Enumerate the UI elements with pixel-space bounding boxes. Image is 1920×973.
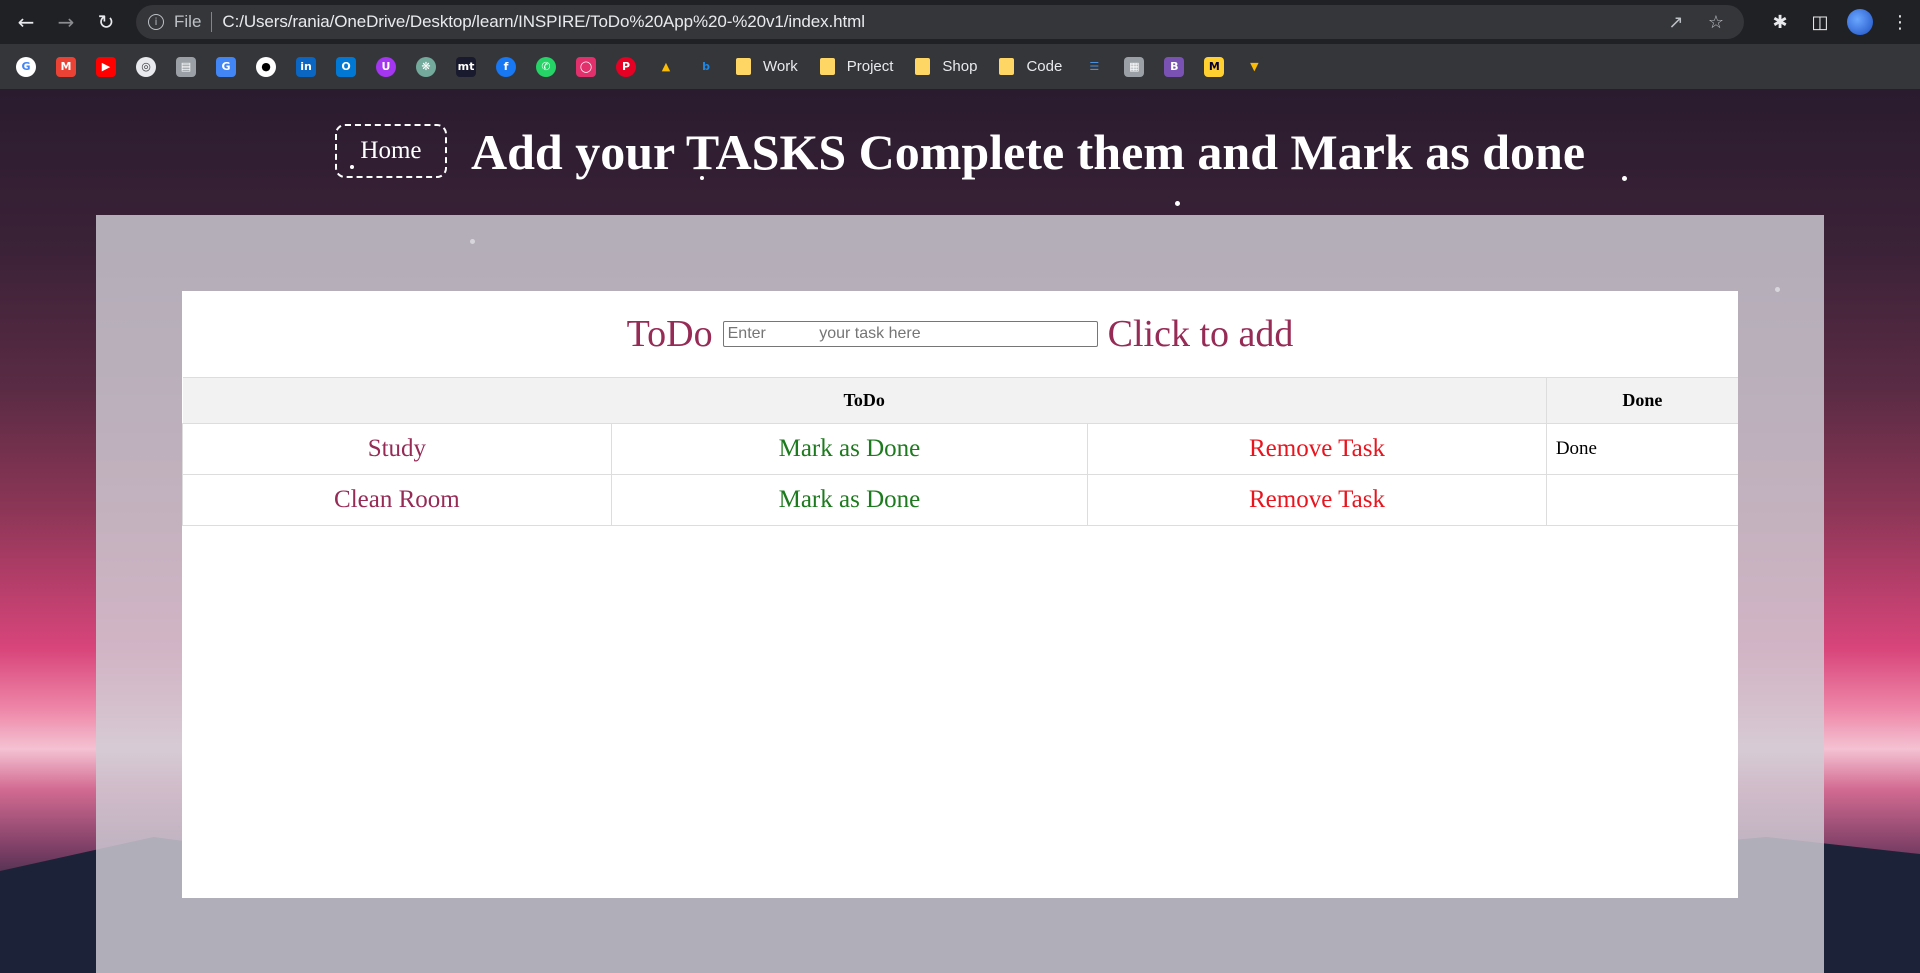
task-name: Study	[182, 423, 612, 475]
back-icon[interactable]: ←	[6, 0, 46, 44]
home-button[interactable]: Home	[334, 124, 447, 178]
table-row: Study Mark as Done Remove Task Done	[182, 423, 1738, 475]
bookmark-folder-label: Project	[846, 58, 894, 75]
url-text[interactable]: C:/Users/rania/OneDrive/Desktop/learn/IN…	[222, 12, 865, 32]
page-title: Add your TASKS Complete them and Mark as…	[470, 124, 1586, 180]
column-header-todo: ToDo	[182, 377, 1547, 424]
done-status	[1545, 474, 1738, 526]
docs-icon[interactable]: ▤	[176, 56, 196, 77]
bookmark-folder-project[interactable]: Project	[819, 58, 894, 75]
task-table: ToDo Done Study Mark as Done Remove Task…	[182, 377, 1738, 526]
miro-icon[interactable]: M	[1204, 56, 1225, 77]
mark-as-done-button[interactable]: Mark as Done	[610, 423, 1089, 475]
pinterest-icon[interactable]: P	[616, 56, 636, 77]
browser-toolbar: ← → ↻ i File C:/Users/rania/OneDrive/Des…	[0, 0, 1920, 44]
instagram-icon[interactable]: ◯	[576, 56, 596, 77]
remove-task-button[interactable]: Remove Task	[1087, 423, 1547, 475]
github-icon[interactable]: ●	[256, 56, 276, 77]
bootstrap-icon[interactable]: B	[1164, 56, 1185, 77]
done-status: Done	[1545, 423, 1738, 475]
drive-icon[interactable]: ▲	[656, 56, 676, 77]
bookmark-folder-code[interactable]: Code	[999, 58, 1062, 75]
udemy-icon[interactable]: U	[376, 56, 396, 77]
bookmark-folder-label: Work	[763, 58, 798, 75]
table-row: Clean Room Mark as Done Remove Task	[182, 474, 1738, 526]
mark-as-done-button[interactable]: Mark as Done	[610, 474, 1089, 526]
profile-avatar[interactable]	[1847, 9, 1873, 35]
todo-card: ToDo Click to add ToDo Done Study Mark a…	[182, 291, 1738, 898]
menu-icon[interactable]: ⋮	[1880, 12, 1920, 33]
todo-label: ToDo	[626, 313, 713, 355]
linkedin-icon[interactable]: in	[296, 56, 316, 77]
folder-icon	[915, 58, 931, 75]
address-bar[interactable]: i File C:/Users/rania/OneDrive/Desktop/l…	[136, 5, 1744, 39]
bookmark-folder-label: Shop	[942, 58, 978, 75]
add-task-button[interactable]: Click to add	[1108, 312, 1294, 356]
bookmarks-bar: G M ▶ ◎ ▤ G ● in O U ❋ mt f ✆ ◯ P ▲ b Wo…	[0, 44, 1920, 89]
globe-icon[interactable]: ◎	[136, 56, 156, 77]
facebook-icon[interactable]: f	[496, 56, 516, 77]
translate-icon[interactable]: G	[216, 56, 236, 77]
task-name: Clean Room	[182, 474, 612, 526]
bookmark-folder-work[interactable]: Work	[736, 58, 798, 75]
info-icon: i	[148, 14, 164, 30]
extension-bookmark-icon[interactable]: ▼	[1244, 56, 1265, 77]
extensions-icon[interactable]: ✱	[1760, 12, 1800, 33]
page-header: Home Add your TASKS Complete them and Ma…	[0, 89, 1920, 215]
database-icon[interactable]: ☰	[1084, 56, 1105, 77]
bing-icon[interactable]: b	[696, 56, 716, 77]
add-task-row: ToDo Click to add	[182, 291, 1738, 377]
bookmark-folder-shop[interactable]: Shop	[915, 58, 977, 75]
trello-icon[interactable]: ▦	[1124, 56, 1145, 77]
remove-task-button[interactable]: Remove Task	[1087, 474, 1547, 526]
forward-icon[interactable]: →	[46, 0, 86, 44]
folder-icon	[736, 58, 751, 75]
outlook-icon[interactable]: O	[336, 56, 356, 77]
google-icon[interactable]: G	[16, 56, 36, 77]
folder-icon	[819, 58, 835, 75]
reload-icon[interactable]: ↻	[86, 0, 126, 44]
site-info[interactable]: i File	[148, 12, 201, 32]
task-input[interactable]	[722, 321, 1098, 347]
table-header-row: ToDo Done	[182, 377, 1738, 424]
star-icon[interactable]: ☆	[1696, 12, 1736, 33]
chatgpt-icon[interactable]: ❋	[416, 56, 436, 77]
side-panel-icon[interactable]: ◫	[1800, 12, 1840, 33]
youtube-icon[interactable]: ▶	[96, 56, 116, 77]
content-panel: ToDo Click to add ToDo Done Study Mark a…	[96, 215, 1824, 973]
mt-icon[interactable]: mt	[456, 56, 476, 77]
column-header-done: Done	[1546, 377, 1738, 424]
share-icon[interactable]: ↗	[1656, 12, 1696, 33]
whatsapp-icon[interactable]: ✆	[536, 56, 556, 77]
folder-icon	[999, 58, 1015, 75]
site-label: File	[174, 12, 202, 31]
site-separator	[211, 12, 213, 32]
gmail-icon[interactable]: M	[56, 56, 76, 77]
page-background: Home Add your TASKS Complete them and Ma…	[0, 89, 1920, 973]
bookmark-folder-label: Code	[1026, 58, 1063, 75]
